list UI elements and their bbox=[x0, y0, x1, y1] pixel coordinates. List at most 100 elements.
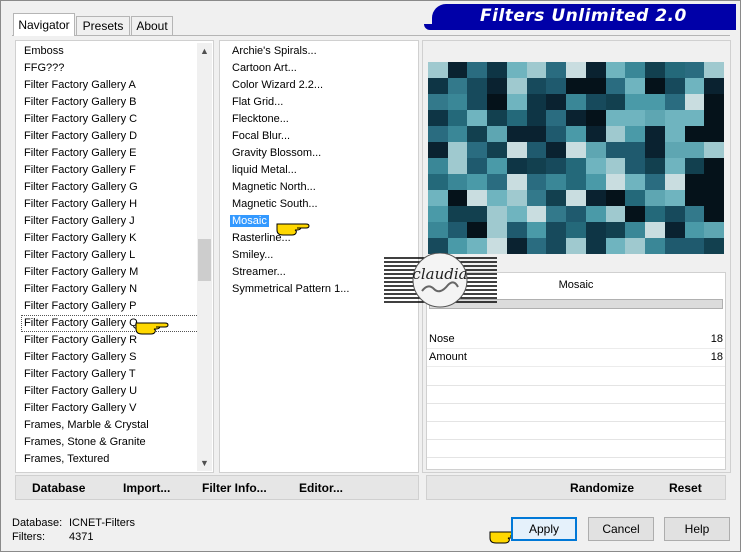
status-filters: Filters: 4371 bbox=[12, 531, 93, 543]
list-item-label: Flecktone... bbox=[232, 113, 289, 125]
category-list-item[interactable]: Filter Factory Gallery L bbox=[21, 247, 201, 264]
param-row-amount[interactable]: Amount 18 bbox=[427, 349, 725, 367]
category-list-item[interactable]: Filter Factory Gallery A bbox=[21, 77, 201, 94]
category-list-item[interactable]: Frames, Textured bbox=[21, 451, 201, 468]
category-list-item[interactable]: Filter Factory Gallery H bbox=[21, 196, 201, 213]
status-database-label: Database: bbox=[12, 517, 63, 529]
category-list-item[interactable]: Filter Factory Gallery T bbox=[21, 366, 201, 383]
category-list-item[interactable]: Filter Factory Gallery G bbox=[21, 179, 201, 196]
list-item-label: Gravity Blossom... bbox=[232, 147, 322, 159]
category-list-item[interactable]: Filter Factory Gallery Q bbox=[21, 315, 201, 332]
category-list[interactable]: Emboss FFG??? Filter Factory Gallery A Filt… bbox=[15, 40, 214, 473]
filter-list-item[interactable]: Color Wizard 2.2... bbox=[229, 77, 414, 94]
filter-list-item[interactable]: Flat Grid... bbox=[229, 94, 414, 111]
category-list-item[interactable]: Filter Factory Gallery B bbox=[21, 94, 201, 111]
category-list-item[interactable]: Filter Factory Gallery C bbox=[21, 111, 201, 128]
category-list-item[interactable]: Filter Factory Gallery D bbox=[21, 128, 201, 145]
filter-list-item[interactable]: Focal Blur... bbox=[229, 128, 414, 145]
list-item-label: Filter Factory Gallery J bbox=[24, 215, 135, 227]
filter-list-item[interactable]: Mosaic bbox=[229, 213, 414, 230]
list-item-label: Filter Factory Gallery S bbox=[24, 351, 137, 363]
scrollbar-thumb[interactable] bbox=[198, 239, 211, 281]
param-row-nose[interactable]: Nose 18 bbox=[427, 331, 725, 349]
help-button[interactable]: Help bbox=[664, 517, 730, 541]
list-item-label: Filter Factory Gallery H bbox=[24, 198, 138, 210]
list-item-label: liquid Metal... bbox=[232, 164, 297, 176]
list-item-label: Filter Factory Gallery K bbox=[24, 232, 137, 244]
import-button[interactable]: Import... bbox=[123, 481, 170, 495]
list-item-label: Color Wizard 2.2... bbox=[232, 79, 324, 91]
param-value: 18 bbox=[710, 333, 723, 345]
category-list-item[interactable]: Filter Factory Gallery N bbox=[21, 281, 201, 298]
randomize-button[interactable]: Randomize bbox=[570, 481, 634, 495]
param-label: Nose bbox=[429, 333, 455, 345]
list-item-label: Frames, Marble & Crystal bbox=[24, 419, 149, 431]
list-item-label: Filter Factory Gallery G bbox=[24, 181, 138, 193]
scroll-up-arrow-icon[interactable]: ▲ bbox=[197, 44, 212, 58]
category-list-item[interactable]: Frames, Stone & Granite bbox=[21, 434, 201, 451]
filter-list-item[interactable]: Rasterline... bbox=[229, 230, 414, 247]
status-filters-value: 4371 bbox=[69, 531, 94, 543]
category-list-item[interactable]: Filter Factory Gallery J bbox=[21, 213, 201, 230]
list-item-label: Filter Factory Gallery M bbox=[24, 266, 139, 278]
tab-presets[interactable]: Presets bbox=[76, 16, 130, 35]
list-item-label: Filter Factory Gallery D bbox=[24, 130, 138, 142]
filter-list-item[interactable]: Cartoon Art... bbox=[229, 60, 414, 77]
param-value: 18 bbox=[710, 351, 723, 363]
list-item-label: Filter Factory Gallery B bbox=[24, 96, 137, 108]
editor-button[interactable]: Editor... bbox=[299, 481, 343, 495]
tab-divider bbox=[12, 35, 730, 36]
list-item-label: Streamer... bbox=[232, 266, 286, 278]
tab-navigator[interactable]: Navigator bbox=[13, 13, 75, 36]
category-list-item[interactable]: Filter Factory Gallery R bbox=[21, 332, 201, 349]
filter-list-item[interactable]: Magnetic South... bbox=[229, 196, 414, 213]
pointing-hand-icon bbox=[135, 322, 169, 335]
category-list-item[interactable]: Filter Factory Gallery K bbox=[21, 230, 201, 247]
param-label: Amount bbox=[429, 351, 467, 363]
filter-info-button[interactable]: Filter Info... bbox=[202, 481, 267, 495]
filter-list-item[interactable]: Magnetic North... bbox=[229, 179, 414, 196]
tab-about[interactable]: About bbox=[131, 16, 173, 35]
list-item-label: Focal Blur... bbox=[232, 130, 291, 142]
category-list-item[interactable]: Filter Factory Gallery U bbox=[21, 383, 201, 400]
category-list-item[interactable]: Frames, Marble & Crystal bbox=[21, 417, 201, 434]
category-list-item[interactable]: Filter Factory Gallery S bbox=[21, 349, 201, 366]
scroll-down-arrow-icon[interactable]: ▼ bbox=[197, 456, 212, 470]
list-item-label: Magnetic South... bbox=[232, 198, 318, 210]
list-item-label: Mosaic bbox=[230, 215, 269, 227]
list-item-label: Filter Factory Gallery F bbox=[24, 164, 136, 176]
logo-text: Filters Unlimited 2.0 bbox=[480, 6, 687, 26]
list-item-label: Cartoon Art... bbox=[232, 62, 297, 74]
list-item-label: Filter Factory Gallery C bbox=[24, 113, 138, 125]
list-item-label: Filter Factory Gallery R bbox=[24, 334, 138, 346]
category-list-item[interactable]: Filter Factory Gallery M bbox=[21, 264, 201, 281]
filter-list-item[interactable]: Flecktone... bbox=[229, 111, 414, 128]
filter-list-item[interactable]: Archie's Spirals... bbox=[229, 43, 414, 60]
database-button[interactable]: Database bbox=[32, 481, 85, 495]
navigator-buttons-bar: Database Import... Filter Info... Editor… bbox=[15, 475, 419, 500]
list-item-label: Filter Factory Gallery T bbox=[24, 368, 136, 380]
list-item-label: FFG??? bbox=[24, 62, 65, 74]
category-list-item[interactable]: Filter Factory Gallery F bbox=[21, 162, 201, 179]
category-list-item[interactable]: Filter Factory Gallery E bbox=[21, 145, 201, 162]
list-item-label: Filter Factory Gallery P bbox=[24, 300, 137, 312]
pointing-hand-icon bbox=[276, 223, 310, 236]
apply-button[interactable]: Apply bbox=[511, 517, 577, 541]
settings-buttons-bar: Randomize Reset bbox=[426, 475, 726, 500]
category-scrollbar[interactable]: ▲ ▼ bbox=[197, 43, 212, 471]
category-list-item[interactable]: FFG??? bbox=[21, 60, 201, 77]
list-item-label: Filter Factory Gallery A bbox=[24, 79, 136, 91]
preview-image bbox=[428, 62, 724, 254]
category-list-item[interactable]: Emboss bbox=[21, 43, 201, 60]
list-item-label: Flat Grid... bbox=[232, 96, 284, 108]
cancel-button[interactable]: Cancel bbox=[588, 517, 654, 541]
list-item-label: Symmetrical Pattern 1... bbox=[232, 283, 350, 295]
category-list-item[interactable]: Filter Factory Gallery V bbox=[21, 400, 201, 417]
list-item-label: Frames, Stone & Granite bbox=[24, 436, 146, 448]
list-item-label: Filter Factory Gallery V bbox=[24, 402, 137, 414]
filter-list-item[interactable]: liquid Metal... bbox=[229, 162, 414, 179]
filter-list-item[interactable]: Gravity Blossom... bbox=[229, 145, 414, 162]
list-item-label: Filter Factory Gallery Q bbox=[24, 317, 138, 329]
category-list-item[interactable]: Filter Factory Gallery P bbox=[21, 298, 201, 315]
reset-button[interactable]: Reset bbox=[669, 481, 702, 495]
